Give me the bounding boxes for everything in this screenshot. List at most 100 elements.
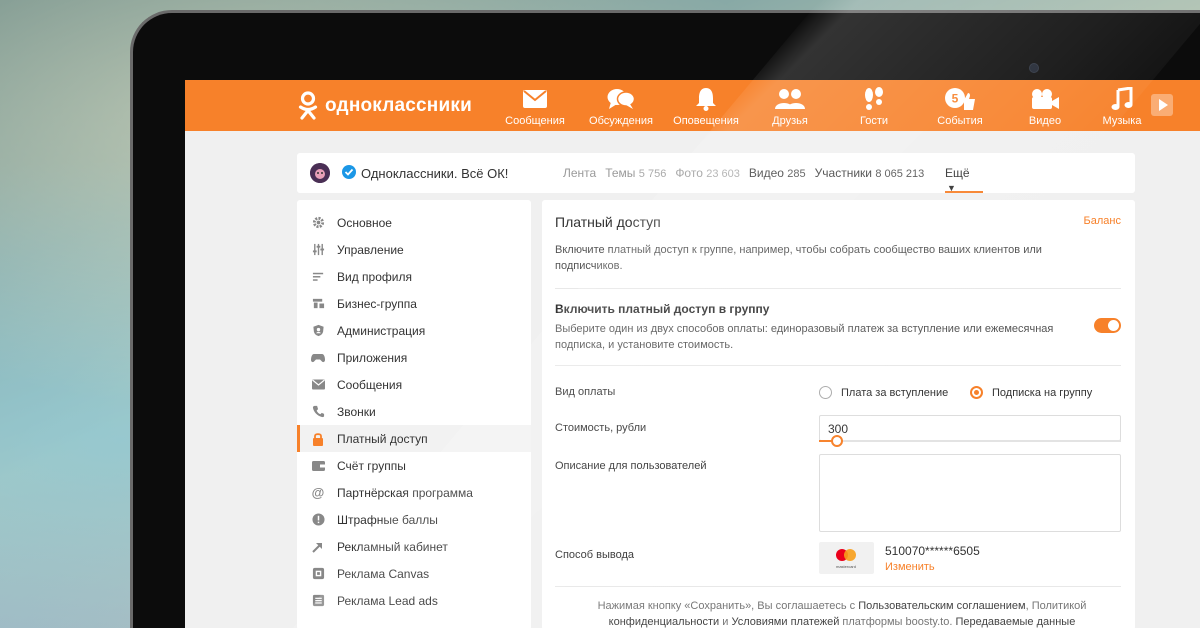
card-number: 510070******6505 [885,544,980,558]
sidebar-item-management[interactable]: Управление [297,236,531,263]
nav-label: Музыка [1102,115,1142,127]
chat-bubbles-icon [581,86,661,112]
tab-members[interactable]: Участники 8 065 213 [815,166,925,180]
privacy-policy-link[interactable]: конфиденциальности [609,616,720,628]
like-five-icon: 5 [920,86,1000,112]
bell-icon [666,86,746,112]
nav-label: Друзья [772,115,808,127]
payment-type-label: Вид оплаты [555,386,616,398]
radio-circle-selected [970,386,983,399]
chevron-down-icon: ▼ [947,183,956,193]
nav-friends[interactable]: Друзья [750,86,830,127]
friends-icon [750,86,830,112]
radio-circle [819,386,832,399]
price-input[interactable]: 300 [819,415,1121,441]
video-camera-icon [1005,86,1085,112]
sidebar-item-paid-access[interactable]: Платный доступ [297,425,531,452]
nav-label: Обсуждения [589,115,653,127]
canvas-icon [311,567,325,581]
sidebar-item-partner-program[interactable]: @ Партнёрская программа [297,479,531,506]
video-player-icon[interactable] [1151,94,1173,116]
radio-entry-fee[interactable]: Плата за вступление [819,386,948,399]
warning-icon [311,513,325,527]
agreement-note: Нажимая кнопку «Сохранить», Вы соглашает… [597,600,1087,628]
mastercard-icon: mastercard [819,542,874,574]
lines-icon [311,270,325,284]
svg-text:mastercard: mastercard [836,564,856,569]
business-icon [311,297,325,311]
top-navigation-bar: одноклассники Сообщения Обсуждения Опове… [185,80,1200,131]
nav-events[interactable]: 5 События [920,86,1000,127]
arrow-up-right-icon [311,540,325,554]
group-header: Одноклассники. Всё ОК! Лента Темы 5 756 … [297,153,1135,193]
nav-label: Гости [859,115,889,127]
phone-icon [311,405,325,419]
tab-video[interactable]: Видео 285 [749,166,806,180]
envelope-icon [495,86,575,112]
price-label: Стоимость, рубли [555,422,647,434]
divider [555,288,1121,289]
sidebar-item-messages[interactable]: Сообщения [297,371,531,398]
price-slider[interactable] [819,435,1121,447]
wallet-icon [311,459,325,473]
divider [555,365,1121,366]
music-note-icon [1082,86,1162,112]
enable-title: Включить платный доступ в группу [555,302,770,316]
divider [555,586,1121,587]
paid-access-toggle[interactable] [1094,318,1121,333]
sidebar-item-ad-canvas[interactable]: Реклама Canvas [297,560,531,587]
group-tabs: Лента Темы 5 756 Фото 23 603 Видео 285 У… [563,166,924,180]
nav-label: Сообщения [505,115,565,127]
price-slider-handle[interactable] [831,435,843,447]
list-box-icon [311,594,325,608]
sidebar-item-calls[interactable]: Звонки [297,398,531,425]
nav-label: События [937,115,983,127]
gear-icon [311,216,325,230]
sliders-icon [311,243,325,257]
sidebar-item-profile-view[interactable]: Вид профиля [297,263,531,290]
sidebar-item-lead-ads[interactable]: Реклама Lead ads [297,587,531,614]
group-name[interactable]: Одноклассники. Всё ОК! [361,166,508,181]
payout-label: Способ вывода [555,549,634,561]
payment-terms-link[interactable]: Условиями платежей [731,616,839,628]
tab-topics[interactable]: Темы 5 756 [605,166,666,180]
settings-sidebar: Основное Управление Вид профиля Бизнес-г… [297,200,531,628]
enable-description: Выберите один из двух способов оплаты: е… [555,323,1054,351]
screen: одноклассники Сообщения Обсуждения Опове… [185,80,1200,628]
tab-more[interactable]: Ещё ▼ [945,153,983,193]
nav-messages[interactable]: Сообщения [495,86,575,127]
nav-discussions[interactable]: Обсуждения [581,86,661,127]
nav-video[interactable]: Видео [1005,86,1085,127]
sidebar-item-ad-cabinet[interactable]: Рекламный кабинет [297,533,531,560]
events-badge: 5 [952,92,959,106]
page-title: Платный доступ [555,214,661,230]
sidebar-item-apps[interactable]: Приложения [297,344,531,371]
tab-photos[interactable]: Фото 23 603 [675,166,740,180]
user-agreement-link[interactable]: Пользовательским соглашением [858,600,1025,612]
panel-description: Включите платный доступ к группе, наприм… [555,244,1042,272]
gamepad-icon [311,351,325,365]
ok-logo[interactable]: одноклассники [297,91,472,121]
paid-access-panel: Платный доступ Баланс Включите платный д… [542,200,1135,628]
user-description-textarea[interactable] [819,454,1121,532]
envelope-icon [311,378,325,392]
at-icon: @ [311,485,325,500]
sidebar-item-business-group[interactable]: Бизнес-группа [297,290,531,317]
nav-guests[interactable]: Гости [834,86,914,127]
lock-icon [311,432,325,446]
sidebar-item-penalty-points[interactable]: Штрафные баллы [297,506,531,533]
balance-link[interactable]: Баланс [1084,215,1121,227]
nav-label: Видео [1028,115,1062,127]
radio-subscription[interactable]: Подписка на группу [970,386,1092,399]
nav-label: Оповещения [673,115,739,127]
nav-notifications[interactable]: Оповещения [666,86,746,127]
brand-name: одноклассники [325,95,472,116]
sidebar-item-group-account[interactable]: Счёт группы [297,452,531,479]
sidebar-item-administration[interactable]: Администрация [297,317,531,344]
nav-music[interactable]: Музыка [1082,86,1162,127]
sidebar-item-general[interactable]: Основное [297,209,531,236]
change-card-link[interactable]: Изменить [885,561,935,573]
user-description-label: Описание для пользователей [555,460,707,472]
group-avatar[interactable] [310,163,330,183]
tab-feed[interactable]: Лента [563,166,596,180]
